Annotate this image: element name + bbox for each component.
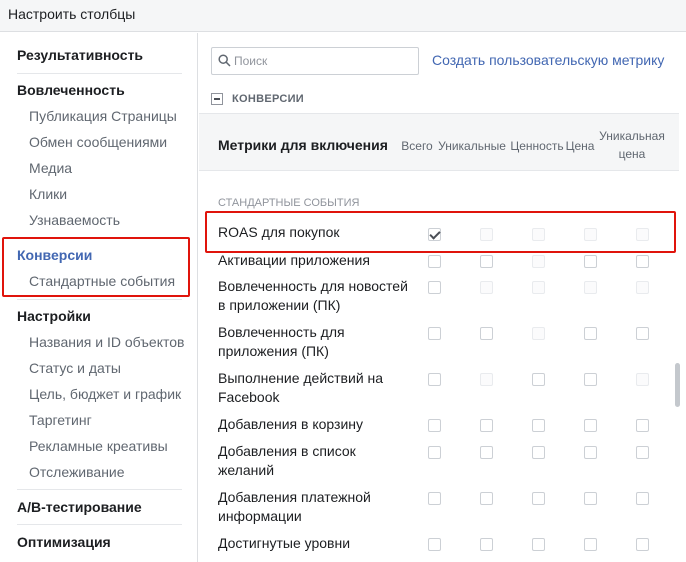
metric-row-label: Выполнение действий на Facebook <box>218 370 384 405</box>
checkbox-cost[interactable] <box>584 255 597 268</box>
checkbox-total[interactable] <box>428 492 441 505</box>
search-icon <box>218 54 231 67</box>
metric-row-label: Вовлеченность для приложения (ПК) <box>218 324 345 359</box>
sidebar-item-messaging[interactable]: Обмен сообщениями <box>29 134 167 150</box>
metrics-title: Метрики для включения <box>218 137 388 153</box>
sidebar-item-awareness[interactable]: Узнаваемость <box>29 212 120 228</box>
checkbox-value[interactable] <box>532 255 545 268</box>
checkbox-total[interactable] <box>428 538 441 551</box>
checkbox-value[interactable] <box>532 327 545 340</box>
checkbox-unique[interactable] <box>480 492 493 505</box>
metrics-panel: Создать пользовательскую метрику КОНВЕРС… <box>199 33 686 562</box>
highlight-box-row <box>205 211 676 253</box>
column-header-unique: Уникальные <box>438 139 506 153</box>
section-label: КОНВЕРСИИ <box>232 93 305 105</box>
metrics-table-header: Метрики для включения Всего Уникальные Ц… <box>199 113 679 171</box>
checkbox-unique-cost[interactable] <box>636 373 649 386</box>
sidebar-item-status-dates[interactable]: Статус и даты <box>29 360 121 376</box>
checkbox-cost[interactable] <box>584 492 597 505</box>
sidebar-item-targeting[interactable]: Таргетинг <box>29 412 92 428</box>
checkbox-unique-cost[interactable] <box>636 255 649 268</box>
scrollbar-thumb[interactable] <box>675 363 680 407</box>
checkbox-value[interactable] <box>532 419 545 432</box>
metric-row-label: Достигнутые уровни <box>218 535 351 551</box>
metric-row-label: Добавления в список желаний <box>218 443 356 478</box>
search-input[interactable] <box>234 52 414 70</box>
checkbox-cost[interactable] <box>584 419 597 432</box>
metric-row-label: Активации приложения <box>218 252 370 268</box>
checkbox-total[interactable] <box>428 419 441 432</box>
sidebar-item-creatives[interactable]: Рекламные креативы <box>29 438 168 454</box>
conversions-section-header: КОНВЕРСИИ <box>199 87 686 111</box>
sidebar-divider <box>17 73 182 74</box>
search-box[interactable] <box>211 47 419 75</box>
checkbox-unique-cost[interactable] <box>636 492 649 505</box>
dialog-header: Настроить столбцы <box>0 0 686 32</box>
checkbox-cost[interactable] <box>584 538 597 551</box>
dialog-title: Настроить столбцы <box>8 6 136 22</box>
checkbox-value[interactable] <box>532 281 545 294</box>
sidebar: Результативность Вовлеченность Публикаци… <box>0 33 198 562</box>
sidebar-divider <box>17 524 182 525</box>
create-custom-metric-link[interactable]: Создать пользовательскую метрику <box>432 52 664 68</box>
checkbox-total[interactable] <box>428 446 441 459</box>
column-header-unique-cost: Уникальная цена <box>599 129 665 161</box>
checkbox-unique-cost[interactable] <box>636 327 649 340</box>
collapse-icon[interactable] <box>211 93 223 105</box>
checkbox-unique[interactable] <box>480 446 493 459</box>
checkbox-total[interactable] <box>428 327 441 340</box>
sidebar-item-names-ids[interactable]: Названия и ID объектов <box>29 334 184 350</box>
checkbox-unique-cost[interactable] <box>636 446 649 459</box>
sidebar-item-clicks[interactable]: Клики <box>29 186 67 202</box>
checkbox-unique[interactable] <box>480 419 493 432</box>
checkbox-unique[interactable] <box>480 327 493 340</box>
checkbox-cost[interactable] <box>584 373 597 386</box>
sidebar-divider <box>17 299 182 300</box>
metric-row-label: Добавления платежной информации <box>218 489 371 524</box>
checkbox-cost[interactable] <box>584 446 597 459</box>
highlight-box-sidebar <box>2 237 190 297</box>
scrollbar-track[interactable] <box>675 113 682 562</box>
checkbox-unique[interactable] <box>480 281 493 294</box>
checkbox-unique-cost[interactable] <box>636 419 649 432</box>
column-header-value: Ценность <box>510 139 564 153</box>
metric-row-label: Добавления в корзину <box>218 416 363 432</box>
metric-row-label: Вовлеченность для новостей в приложении … <box>218 278 408 313</box>
checkbox-cost[interactable] <box>584 281 597 294</box>
subsection-label: СТАНДАРТНЫЕ СОБЫТИЯ <box>218 197 360 209</box>
sidebar-section-optimization[interactable]: Оптимизация <box>17 534 111 550</box>
checkbox-unique-cost[interactable] <box>636 538 649 551</box>
column-header-cost: Цена <box>565 139 595 153</box>
sidebar-section-performance[interactable]: Результативность <box>17 47 143 63</box>
sidebar-item-page-post[interactable]: Публикация Страницы <box>29 108 177 124</box>
sidebar-item-objective-budget[interactable]: Цель, бюджет и график <box>29 386 181 402</box>
checkbox-total[interactable] <box>428 281 441 294</box>
checkbox-unique[interactable] <box>480 538 493 551</box>
checkbox-unique[interactable] <box>480 373 493 386</box>
checkbox-total[interactable] <box>428 373 441 386</box>
checkbox-value[interactable] <box>532 492 545 505</box>
checkbox-unique-cost[interactable] <box>636 281 649 294</box>
sidebar-section-ab-testing[interactable]: A/B-тестирование <box>17 499 142 515</box>
sidebar-item-tracking[interactable]: Отслеживание <box>29 464 125 480</box>
checkbox-unique[interactable] <box>480 255 493 268</box>
checkbox-value[interactable] <box>532 538 545 551</box>
checkbox-value[interactable] <box>532 446 545 459</box>
checkbox-cost[interactable] <box>584 327 597 340</box>
sidebar-section-settings[interactable]: Настройки <box>17 308 91 324</box>
sidebar-item-media[interactable]: Медиа <box>29 160 72 176</box>
checkbox-value[interactable] <box>532 373 545 386</box>
checkbox-total[interactable] <box>428 255 441 268</box>
sidebar-divider <box>17 489 182 490</box>
column-header-total: Всего <box>401 139 433 153</box>
sidebar-section-engagement[interactable]: Вовлеченность <box>17 82 125 98</box>
